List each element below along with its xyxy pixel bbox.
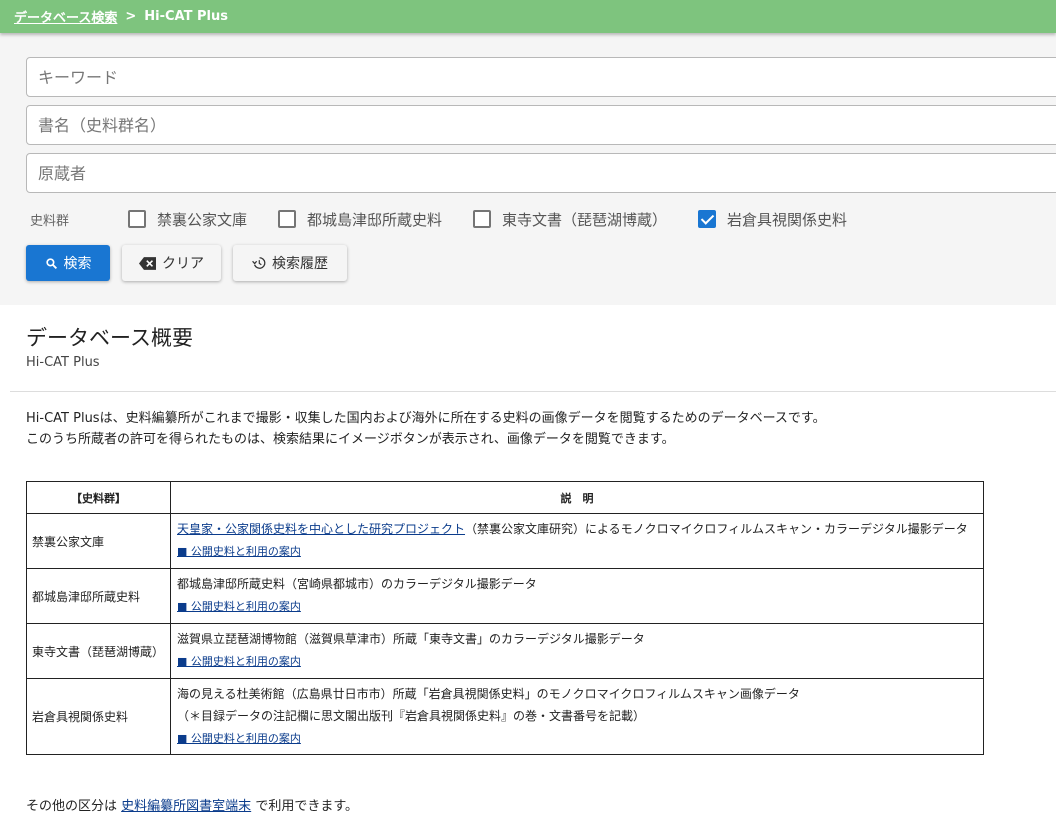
collection-checkbox-label: 禁裏公家文庫 [157,210,248,229]
clear-button[interactable]: クリア [122,245,221,281]
collection-checkbox-iwakura[interactable]: 岩倉具視関係史料 [698,209,847,230]
table-row: 東寺文書（琵琶湖博蔵） 滋賀県立琵琶湖博物館（滋賀県草津市）所蔵「東寺文書」のカ… [26,623,984,679]
divider [10,391,1056,392]
history-button-label: 検索履歴 [272,256,328,272]
title-field[interactable] [26,105,1056,145]
checkbox-icon[interactable] [473,210,492,228]
keyword-field[interactable] [26,57,1056,97]
checkbox-checked-icon[interactable] [698,210,717,228]
guide-link[interactable]: ■ 公開史料と利用の案内 [177,655,301,668]
checkbox-icon[interactable] [128,210,146,228]
collection-checkbox-label: 岩倉具視関係史料 [727,210,848,229]
footer-prefix: その他の区分は [26,799,118,814]
search-button[interactable]: 検索 [26,245,110,281]
table-row: 禁裏公家文庫 天皇家・公家関係史料を中心とした研究プロジェクト（禁裏公家文庫研究… [26,513,984,569]
title-input[interactable] [38,106,1056,144]
collection-detail-text: 海の見える杜美術館（広島県廿日市市）所蔵「岩倉具視関係史料」のモノクロマイクロフ… [177,686,800,701]
collection-detail: 滋賀県立琵琶湖博物館（滋賀県草津市）所蔵「東寺文書」のカラーデジタル撮影データ … [170,623,984,679]
breadcrumb: データベース検索 > Hi-CAT Plus [0,0,1056,33]
owner-field[interactable] [26,153,1056,193]
collection-detail: 天皇家・公家関係史料を中心とした研究プロジェクト（禁裏公家文庫研究）によるモノク… [170,513,984,569]
footer-suffix: で利用できます。 [255,799,359,814]
clear-button-label: クリア [162,256,204,272]
collection-filter: 史料群 禁裏公家文庫 都城島津邸所蔵史料 東寺文書（琵琶湖博蔵） 岩倉具視関係史… [30,207,878,231]
breadcrumb-link-database-search[interactable]: データベース検索 [14,7,117,26]
guide-link[interactable]: ■ 公開史料と利用の案内 [177,545,301,558]
collection-detail: 都城島津邸所蔵史料（宮崎県都城市）のカラーデジタル撮影データ ■ 公開史料と利用… [170,568,984,624]
collection-detail-text: 都城島津邸所蔵史料（宮崎県都城市）のカラーデジタル撮影データ [177,577,537,591]
description-line: Hi-CAT Plusは、史料編纂所がこれまで撮影・収集した国内および海外に所在… [26,411,826,426]
library-terminal-link[interactable]: 史料編纂所図書室端末 [121,799,251,814]
owner-input[interactable] [38,154,1056,192]
page-title: データベース概要 [26,326,193,350]
collection-checkbox-miyakonojo[interactable]: 都城島津邸所蔵史料 [278,209,442,230]
checkbox-icon[interactable] [278,210,297,228]
collection-checkbox-kinri[interactable]: 禁裏公家文庫 [128,209,247,230]
collection-name: 都城島津邸所蔵史料 [26,568,171,624]
page-subtitle: Hi-CAT Plus [26,355,100,370]
column-header-collection: 【史料群】 [26,481,171,514]
collection-detail-text: （禁裏公家文庫研究）によるモノクロマイクロフィルムスキャン・カラーデジタル撮影デ… [465,522,968,536]
research-project-link[interactable]: 天皇家・公家関係史料を中心とした研究プロジェクト [177,522,465,536]
collection-checkbox-toji[interactable]: 東寺文書（琵琶湖博蔵） [473,209,667,230]
collection-detail-text: 滋賀県立琵琶湖博物館（滋賀県草津市）所蔵「東寺文書」のカラーデジタル撮影データ [177,632,645,646]
collection-table: 【史料群】 説 明 禁裏公家文庫 天皇家・公家関係史料を中心とした研究プロジェク… [26,481,984,755]
database-description: Hi-CAT Plusは、史料編纂所がこれまで撮影・収集した国内および海外に所在… [26,408,826,450]
collection-name: 東寺文書（琵琶湖博蔵） [26,623,171,679]
keyword-input[interactable] [38,58,1056,96]
search-panel: 史料群 禁裏公家文庫 都城島津邸所蔵史料 東寺文書（琵琶湖博蔵） 岩倉具視関係史… [0,33,1056,305]
search-button-label: 検索 [63,256,92,272]
column-header-description: 説 明 [170,481,984,514]
collection-name: 禁裏公家文庫 [26,513,171,569]
collection-filter-label: 史料群 [30,213,70,229]
guide-link[interactable]: ■ 公開史料と利用の案内 [177,600,301,613]
collection-checkbox-label: 都城島津邸所蔵史料 [307,210,443,229]
collection-detail: 海の見える杜美術館（広島県廿日市市）所蔵「岩倉具視関係史料」のモノクロマイクロフ… [170,678,984,755]
guide-link[interactable]: ■ 公開史料と利用の案内 [177,732,301,745]
footer-note: その他の区分は 史料編纂所図書室端末 で利用できます。 [26,795,358,814]
breadcrumb-current: Hi-CAT Plus [144,9,228,24]
breadcrumb-separator: > [125,9,137,24]
table-row: 都城島津邸所蔵史料 都城島津邸所蔵史料（宮崎県都城市）のカラーデジタル撮影データ… [26,568,984,624]
search-icon [45,257,58,270]
history-icon [252,256,266,270]
table-row: 岩倉具視関係史料 海の見える杜美術館（広島県廿日市市）所蔵「岩倉具視関係史料」の… [26,678,984,755]
collection-name: 岩倉具視関係史料 [26,678,171,755]
backspace-icon [139,256,156,270]
history-button[interactable]: 検索履歴 [233,245,347,281]
collection-note: （＊目録データの注記欄に思文閣出版刊『岩倉具視関係史料』の巻・文書番号を記載） [177,708,646,723]
collection-checkbox-label: 東寺文書（琵琶湖博蔵） [502,210,668,229]
table-header-row: 【史料群】 説 明 [26,481,984,514]
description-line: このうち所蔵者の許可を得られたものは、検索結果にイメージボタンが表示され、画像デ… [26,432,675,447]
